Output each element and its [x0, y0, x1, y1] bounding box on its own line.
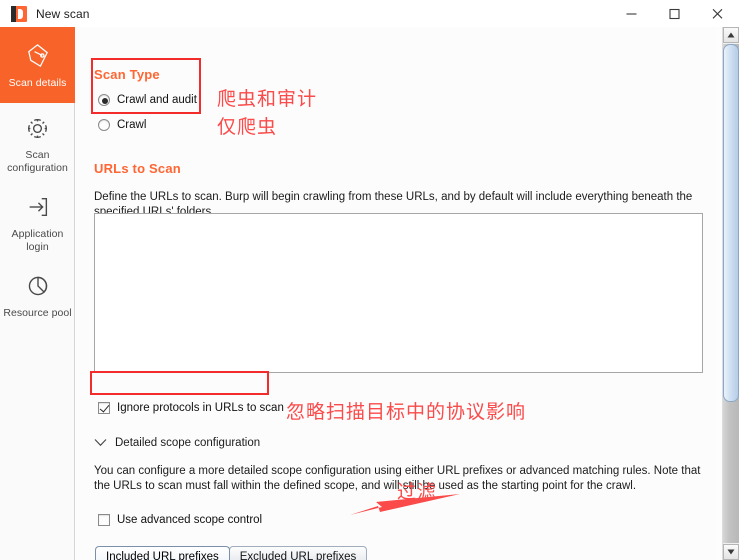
- detailed-scope-disclosure[interactable]: Detailed scope configuration: [94, 436, 260, 449]
- chevron-down-icon: [94, 436, 107, 449]
- sidebar-item-resource-pool[interactable]: Resource pool: [0, 261, 75, 328]
- vertical-scrollbar[interactable]: [722, 27, 739, 560]
- radio-indicator: [98, 119, 110, 131]
- radio-label: Crawl: [117, 119, 147, 131]
- sidebar-item-label: Application login: [11, 228, 64, 253]
- gear-icon: [24, 113, 51, 143]
- sidebar-item-label: Scan details: [8, 76, 67, 89]
- radio-crawl-and-audit[interactable]: Crawl and audit: [98, 91, 197, 109]
- title-bar: New scan: [0, 0, 739, 27]
- scrollbar-thumb[interactable]: [723, 44, 739, 402]
- radio-crawl[interactable]: Crawl: [98, 116, 197, 134]
- detailed-scope-label: Detailed scope configuration: [115, 436, 261, 449]
- scan-details-panel: Scan Type Crawl and audit Crawl 爬虫和审计 仅爬…: [76, 27, 716, 560]
- annotation-ignore-protocols: 忽略扫描目标中的协议影响: [286, 401, 527, 423]
- sidebar-item-scan-details[interactable]: Scan details: [0, 27, 75, 103]
- scan-type-options: Crawl and audit Crawl: [98, 91, 197, 134]
- login-arrow-icon: [25, 192, 51, 222]
- tab-label: Excluded URL prefixes: [239, 551, 357, 560]
- scroll-down-icon[interactable]: [723, 544, 739, 560]
- urls-to-scan-textarea-value: [95, 214, 702, 222]
- tab-label: Included URL prefixes: [106, 551, 219, 560]
- pie-chart-icon: [25, 271, 51, 301]
- tab-excluded-url-prefixes[interactable]: Excluded URL prefixes: [228, 546, 368, 560]
- scan-details-icon: [24, 41, 51, 71]
- urls-to-scan-heading: URLs to Scan: [94, 161, 181, 176]
- annotation-box-ignore-protocols: [90, 371, 269, 395]
- tab-included-url-prefixes[interactable]: Included URL prefixes: [95, 546, 230, 560]
- window-controls: [610, 0, 739, 27]
- sidebar-item-scan-configuration[interactable]: Scan configuration: [0, 103, 75, 182]
- scroll-up-icon[interactable]: [723, 27, 739, 43]
- annotation-crawl: 仅爬虫: [217, 116, 278, 138]
- burp-suite-icon: [11, 5, 27, 22]
- annotation-crawl-and-audit: 爬虫和审计: [217, 88, 318, 110]
- urls-to-scan-textarea[interactable]: [94, 213, 703, 373]
- radio-label: Crawl and audit: [117, 94, 197, 106]
- checkbox-indicator: [98, 402, 110, 414]
- scan-type-heading: Scan Type: [94, 67, 160, 82]
- close-icon[interactable]: [696, 0, 739, 27]
- sidebar: Scan details Scan configuration Applicat…: [0, 27, 75, 560]
- annotation-filter: 过滤: [397, 481, 438, 503]
- minimize-icon[interactable]: [610, 0, 653, 27]
- url-prefix-tabs: Included URL prefixes Excluded URL prefi…: [95, 545, 705, 560]
- checkbox-indicator: [98, 514, 110, 526]
- new-scan-dialog: New scan Scan details Scan configuration…: [0, 0, 739, 560]
- sidebar-item-label: Resource pool: [3, 307, 72, 319]
- checkbox-ignore-protocols[interactable]: Ignore protocols in URLs to scan: [98, 402, 284, 414]
- checkbox-label: Ignore protocols in URLs to scan: [117, 402, 284, 414]
- sidebar-item-application-login[interactable]: Application login: [0, 182, 75, 261]
- sidebar-item-label: Scan configuration: [7, 149, 68, 174]
- radio-indicator: [98, 94, 110, 106]
- maximize-icon[interactable]: [653, 0, 696, 27]
- scrollbar-track[interactable]: [723, 44, 739, 543]
- checkbox-label: Use advanced scope control: [117, 514, 263, 526]
- window-title: New scan: [36, 6, 90, 21]
- checkbox-advanced-scope[interactable]: Use advanced scope control: [98, 514, 262, 526]
